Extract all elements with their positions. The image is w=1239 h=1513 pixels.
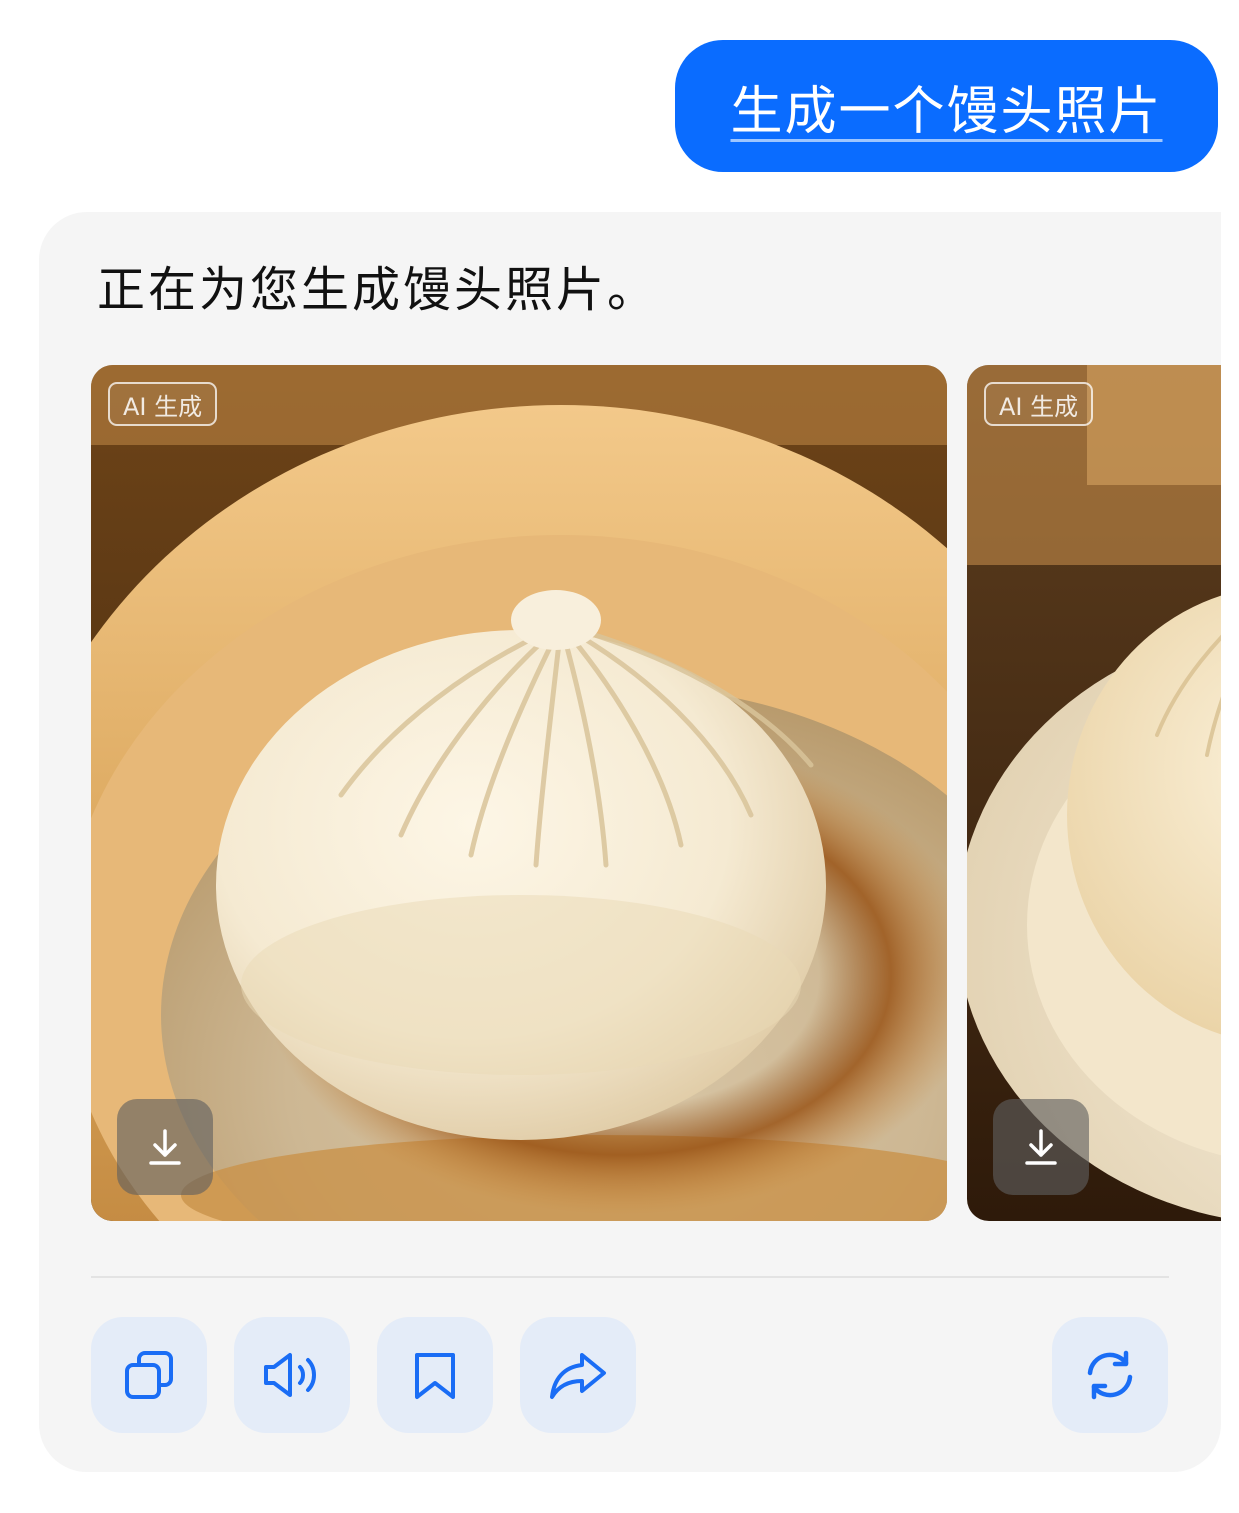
bookmark-icon bbox=[415, 1353, 455, 1399]
generated-image-1[interactable]: AI 生成 bbox=[91, 365, 947, 1221]
share-button[interactable] bbox=[520, 1317, 636, 1433]
user-message-bubble[interactable]: 生成一个馒头照片 bbox=[675, 40, 1218, 172]
action-divider bbox=[91, 1276, 1169, 1278]
ai-generated-badge: AI 生成 bbox=[984, 382, 1094, 426]
share-icon bbox=[550, 1353, 606, 1399]
download-button[interactable] bbox=[117, 1099, 213, 1195]
read-aloud-button[interactable] bbox=[234, 1317, 350, 1433]
copy-icon bbox=[125, 1351, 173, 1399]
generated-image-2[interactable]: AI 生成 bbox=[967, 365, 1221, 1221]
copy-button[interactable] bbox=[91, 1317, 207, 1433]
download-icon bbox=[1025, 1129, 1057, 1165]
download-button[interactable] bbox=[993, 1099, 1089, 1195]
chat-page: 生成一个馒头照片 正在为您生成馒头照片。 AI 生成 AI 生成 bbox=[0, 0, 1239, 1513]
bookmark-button[interactable] bbox=[377, 1317, 493, 1433]
ai-generated-badge: AI 生成 bbox=[108, 382, 218, 426]
speaker-icon bbox=[264, 1353, 316, 1397]
regenerate-button[interactable] bbox=[1052, 1317, 1168, 1433]
assistant-response-card: 正在为您生成馒头照片。 AI 生成 AI 生成 bbox=[39, 212, 1221, 1472]
assistant-message-text: 正在为您生成馒头照片。 bbox=[97, 262, 659, 318]
image-gallery[interactable]: AI 生成 AI 生成 bbox=[91, 365, 1221, 1221]
steamed-bun-photo-2 bbox=[967, 365, 1221, 1221]
download-icon bbox=[149, 1129, 181, 1165]
regenerate-icon bbox=[1087, 1350, 1133, 1400]
user-message-text[interactable]: 生成一个馒头照片 bbox=[730, 69, 1162, 144]
steamed-bun-photo-1 bbox=[91, 365, 947, 1221]
